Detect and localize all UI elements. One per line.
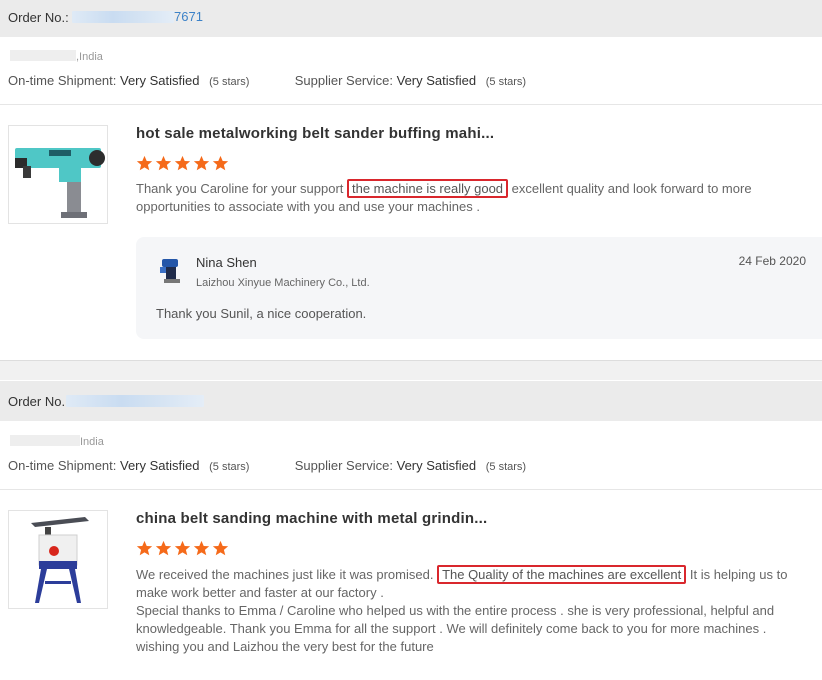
review-paragraph: wishing you and Laizhou the very best fo… [136,639,434,654]
star-icon [212,540,229,556]
star-icon [155,540,172,556]
ontime-stars: (5 stars) [209,461,250,473]
product-rating [136,540,229,557]
order-header: Order No. [0,381,822,421]
order-ratings: On-time Shipment: Very Satisfied (5 star… [8,458,526,473]
star-icon [174,155,191,171]
belt-sanding-machine-image [9,511,107,608]
order-number-redacted [72,11,174,23]
ontime-label: On-time Shipment: [8,458,117,473]
ontime-stars: (5 stars) [209,76,250,88]
reply-date: 24 Feb 2020 [738,254,806,268]
highlighted-phrase: the machine is really good [347,179,509,198]
buyer-location: ,India [10,50,103,63]
review-text: Thank you Caroline for your support the … [136,179,752,214]
order-number[interactable]: 7671 [174,9,203,24]
reply-company: Laizhou Xinyue Machinery Co., Ltd. [196,277,370,289]
buyer-name-redacted [10,435,80,446]
reply-author: Nina Shen [196,255,257,270]
star-icon [174,540,191,556]
supplier-value: Very Satisfied [396,73,477,88]
order-ratings: On-time Shipment: Very Satisfied (5 star… [8,73,526,88]
star-icon [136,155,153,171]
star-icon [155,155,172,171]
star-icon [212,155,229,171]
belt-sander-image [9,126,107,223]
product-title[interactable]: china belt sanding machine with metal gr… [136,510,487,527]
product-thumbnail[interactable] [8,125,108,224]
supplier-reply: Nina Shen Laizhou Xinyue Machinery Co., … [136,237,822,339]
supplier-label: Supplier Service: [294,458,393,473]
divider [0,104,822,105]
review-text: We received the machines just like it wa… [136,565,796,656]
star-icon [193,540,210,556]
ontime-label: On-time Shipment: [8,73,117,88]
review-paragraph: Special thanks to Emma / Caroline who he… [136,603,775,636]
ontime-value: Very Satisfied [120,73,200,88]
highlighted-phrase: The Quality of the machines are excellen… [437,565,687,584]
divider [0,489,822,490]
supplier-avatar-icon [156,255,186,289]
star-icon [193,155,210,171]
buyer-name-redacted [10,50,76,61]
product-thumbnail[interactable] [8,510,108,609]
supplier-stars: (5 stars) [485,461,527,473]
star-icon [136,540,153,556]
supplier-stars: (5 stars) [485,76,527,88]
product-title[interactable]: hot sale metalworking belt sander buffin… [136,125,494,142]
order-header: Order No.: 7671 [0,0,822,37]
product-rating [136,155,229,172]
reply-text: Thank you Sunil, a nice cooperation. [156,306,367,321]
order-number-redacted [66,395,204,407]
ontime-value: Very Satisfied [120,458,200,473]
order-label: Order No.: [8,10,69,25]
review-paragraph: We received the machines just like it wa… [136,565,788,600]
section-divider [0,360,822,380]
buyer-location: India [10,435,104,448]
order-label: Order No. [8,394,66,409]
supplier-label: Supplier Service: [294,73,393,88]
supplier-value: Very Satisfied [396,458,477,473]
